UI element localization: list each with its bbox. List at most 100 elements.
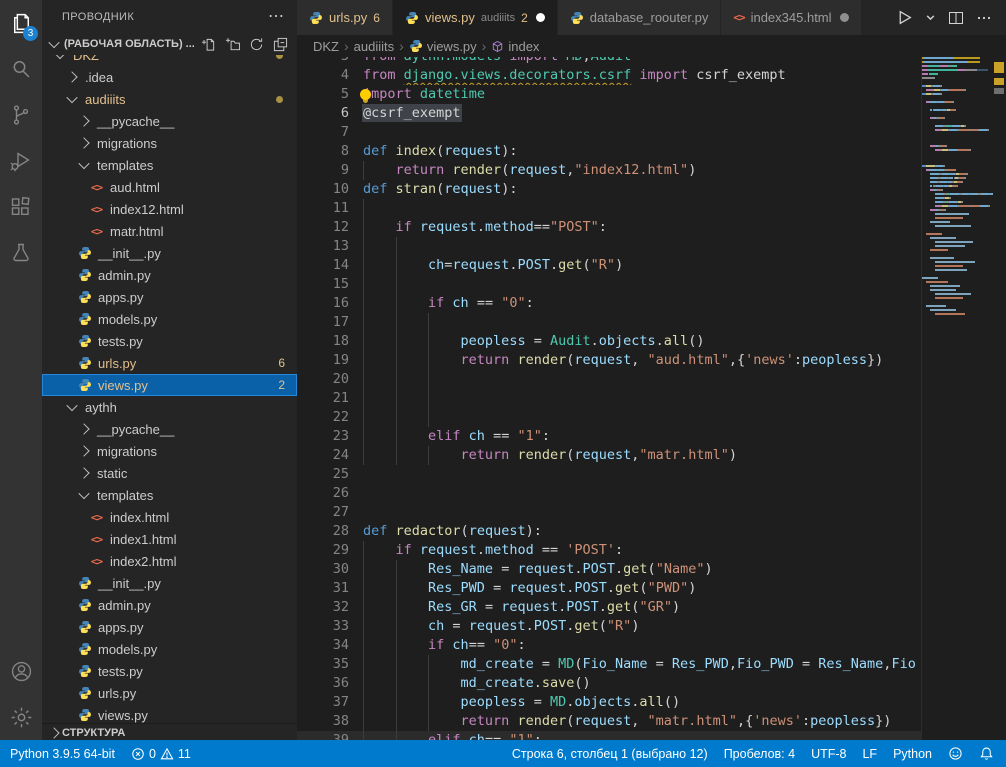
- tree-item-urls.py[interactable]: urls.py: [42, 682, 297, 704]
- tree-item-static[interactable]: static: [42, 462, 297, 484]
- status-item-interpreter[interactable]: Python 3.9.5 64-bit: [10, 747, 115, 761]
- code-line-39[interactable]: 39 elif ch== "1":: [297, 731, 922, 740]
- code-line-26[interactable]: 26: [297, 484, 922, 503]
- tree-item-aud.html[interactable]: <>aud.html: [42, 176, 297, 198]
- run-dropdown-button[interactable]: [925, 12, 936, 23]
- run-button[interactable]: [896, 9, 913, 26]
- dirty-indicator[interactable]: [840, 13, 849, 22]
- code-line-4[interactable]: 4from django.views.decorators.csrf impor…: [297, 66, 922, 85]
- tree-item-tests.py[interactable]: tests.py: [42, 330, 297, 352]
- activity-bar-item-run-debug[interactable]: [0, 138, 42, 184]
- tree-item-admin.py[interactable]: admin.py: [42, 264, 297, 286]
- lightbulb-icon[interactable]: [360, 89, 371, 100]
- tree-item-views.py[interactable]: views.py2: [42, 374, 297, 396]
- tree-item-templates[interactable]: templates: [42, 154, 297, 176]
- notifications-bell-button[interactable]: [979, 746, 994, 761]
- tab-urls.py[interactable]: urls.py6: [297, 0, 393, 35]
- tree-item-__pycache__[interactable]: __pycache__: [42, 418, 297, 440]
- activity-bar-item-source-control[interactable]: [0, 92, 42, 138]
- tree-item-audiiits[interactable]: audiiits: [42, 88, 297, 110]
- code-line-36[interactable]: 36 md_create.save(): [297, 674, 922, 693]
- code-line-38[interactable]: 38 return render(request, "matr.html",{'…: [297, 712, 922, 731]
- tree-item-tests.py[interactable]: tests.py: [42, 660, 297, 682]
- code-line-28[interactable]: 28def redactor(request):: [297, 522, 922, 541]
- code-line-17[interactable]: 17: [297, 313, 922, 332]
- more-actions-icon[interactable]: ⋯: [268, 12, 285, 22]
- code-line-37[interactable]: 37 peopless = MD.objects.all(): [297, 693, 922, 712]
- status-item-eol[interactable]: LF: [862, 747, 877, 761]
- refresh-button[interactable]: [247, 35, 265, 53]
- outline-section-header[interactable]: СТРУКТУРА: [42, 723, 297, 740]
- code-line-29[interactable]: 29 if request.method == 'POST':: [297, 541, 922, 560]
- collapse-all-button[interactable]: [271, 35, 289, 53]
- tree-item-templates[interactable]: templates: [42, 484, 297, 506]
- breadcrumb-item-views.py[interactable]: views.py: [409, 39, 477, 54]
- new-folder-button[interactable]: [223, 35, 241, 53]
- minimap[interactable]: [921, 57, 992, 740]
- tab-views.py[interactable]: views.pyaudiiits2: [393, 0, 558, 35]
- status-item-cursor-position[interactable]: Строка 6, столбец 1 (выбрано 12): [512, 747, 708, 761]
- tree-item-.idea[interactable]: .idea: [42, 66, 297, 88]
- code-line-19[interactable]: 19 return render(request, "aud.html",{'n…: [297, 351, 922, 370]
- code-line-20[interactable]: 20: [297, 370, 922, 389]
- tree-item-migrations[interactable]: migrations: [42, 440, 297, 462]
- code-line-21[interactable]: 21: [297, 389, 922, 408]
- breadcrumb-item-index[interactable]: index: [491, 39, 539, 54]
- breadcrumb-item-audiiits[interactable]: audiiits: [354, 39, 394, 54]
- new-file-button[interactable]: [199, 35, 217, 53]
- tree-item-urls.py[interactable]: urls.py6: [42, 352, 297, 374]
- tree-item-__pycache__[interactable]: __pycache__: [42, 110, 297, 132]
- code-line-3[interactable]: 3from aythh.models import MD,Audit: [297, 57, 922, 66]
- tree-item-apps.py[interactable]: apps.py: [42, 286, 297, 308]
- code-line-22[interactable]: 22: [297, 408, 922, 427]
- tree-item-aythh[interactable]: aythh: [42, 396, 297, 418]
- code-editor[interactable]: 3from aythh.models import MD,Audit4from …: [297, 57, 922, 740]
- code-line-8[interactable]: 8def index(request):: [297, 142, 922, 161]
- code-line-23[interactable]: 23 elif ch == "1":: [297, 427, 922, 446]
- code-line-30[interactable]: 30 Res_Name = request.POST.get("Name"): [297, 560, 922, 579]
- activity-bar-item-extensions[interactable]: [0, 184, 42, 230]
- tree-item-index1.html[interactable]: <>index1.html: [42, 528, 297, 550]
- activity-bar-item-settings[interactable]: [0, 694, 42, 740]
- code-line-34[interactable]: 34 if ch== "0":: [297, 636, 922, 655]
- dirty-indicator[interactable]: [536, 13, 545, 22]
- code-line-33[interactable]: 33 ch = request.POST.get("R"): [297, 617, 922, 636]
- tree-item-migrations[interactable]: migrations: [42, 132, 297, 154]
- code-line-25[interactable]: 25: [297, 465, 922, 484]
- feedback-button[interactable]: [948, 746, 963, 761]
- activity-bar-item-search[interactable]: [0, 46, 42, 92]
- workspace-section-header[interactable]: (РАБОЧАЯ ОБЛАСТЬ) ...: [42, 33, 297, 55]
- status-item-encoding[interactable]: UTF-8: [811, 747, 846, 761]
- code-line-24[interactable]: 24 return render(request,"matr.html"): [297, 446, 922, 465]
- status-item-language[interactable]: Python: [893, 747, 932, 761]
- code-line-32[interactable]: 32 Res_GR = request.POST.get("GR"): [297, 598, 922, 617]
- code-line-12[interactable]: 12 if request.method=="POST":: [297, 218, 922, 237]
- split-editor-button[interactable]: [948, 10, 964, 26]
- tree-item-apps.py[interactable]: apps.py: [42, 616, 297, 638]
- tab-index345.html[interactable]: <>index345.html: [721, 0, 861, 35]
- tree-item-models.py[interactable]: models.py: [42, 638, 297, 660]
- code-line-27[interactable]: 27: [297, 503, 922, 522]
- code-line-11[interactable]: 11: [297, 199, 922, 218]
- tree-item-admin.py[interactable]: admin.py: [42, 594, 297, 616]
- tree-item-index12.html[interactable]: <>index12.html: [42, 198, 297, 220]
- activity-bar-item-explorer[interactable]: 3: [0, 0, 42, 46]
- code-line-13[interactable]: 13: [297, 237, 922, 256]
- code-line-6[interactable]: 6@csrf_exempt: [297, 104, 922, 123]
- tree-item-index.html[interactable]: <>index.html: [42, 506, 297, 528]
- code-line-9[interactable]: 9 return render(request,"index12.html"): [297, 161, 922, 180]
- more-actions-button[interactable]: [976, 10, 992, 26]
- tree-item-matr.html[interactable]: <>matr.html: [42, 220, 297, 242]
- status-item-indentation[interactable]: Пробелов: 4: [724, 747, 795, 761]
- code-line-10[interactable]: 10def stran(request):: [297, 180, 922, 199]
- code-line-15[interactable]: 15: [297, 275, 922, 294]
- tree-item-__init__.py[interactable]: __init__.py: [42, 572, 297, 594]
- code-line-35[interactable]: 35 md_create = MD(Fio_Name = Res_PWD,Fio…: [297, 655, 922, 674]
- code-line-31[interactable]: 31 Res_PWD = request.POST.get("PWD"): [297, 579, 922, 598]
- tree-item-DKZ[interactable]: DKZ: [42, 55, 297, 66]
- status-item-problems[interactable]: 011: [131, 747, 191, 761]
- code-line-16[interactable]: 16 if ch == "0":: [297, 294, 922, 313]
- overview-ruler-scrollbar[interactable]: [992, 57, 1006, 740]
- code-line-5[interactable]: 5import datetime: [297, 85, 922, 104]
- tree-item-index2.html[interactable]: <>index2.html: [42, 550, 297, 572]
